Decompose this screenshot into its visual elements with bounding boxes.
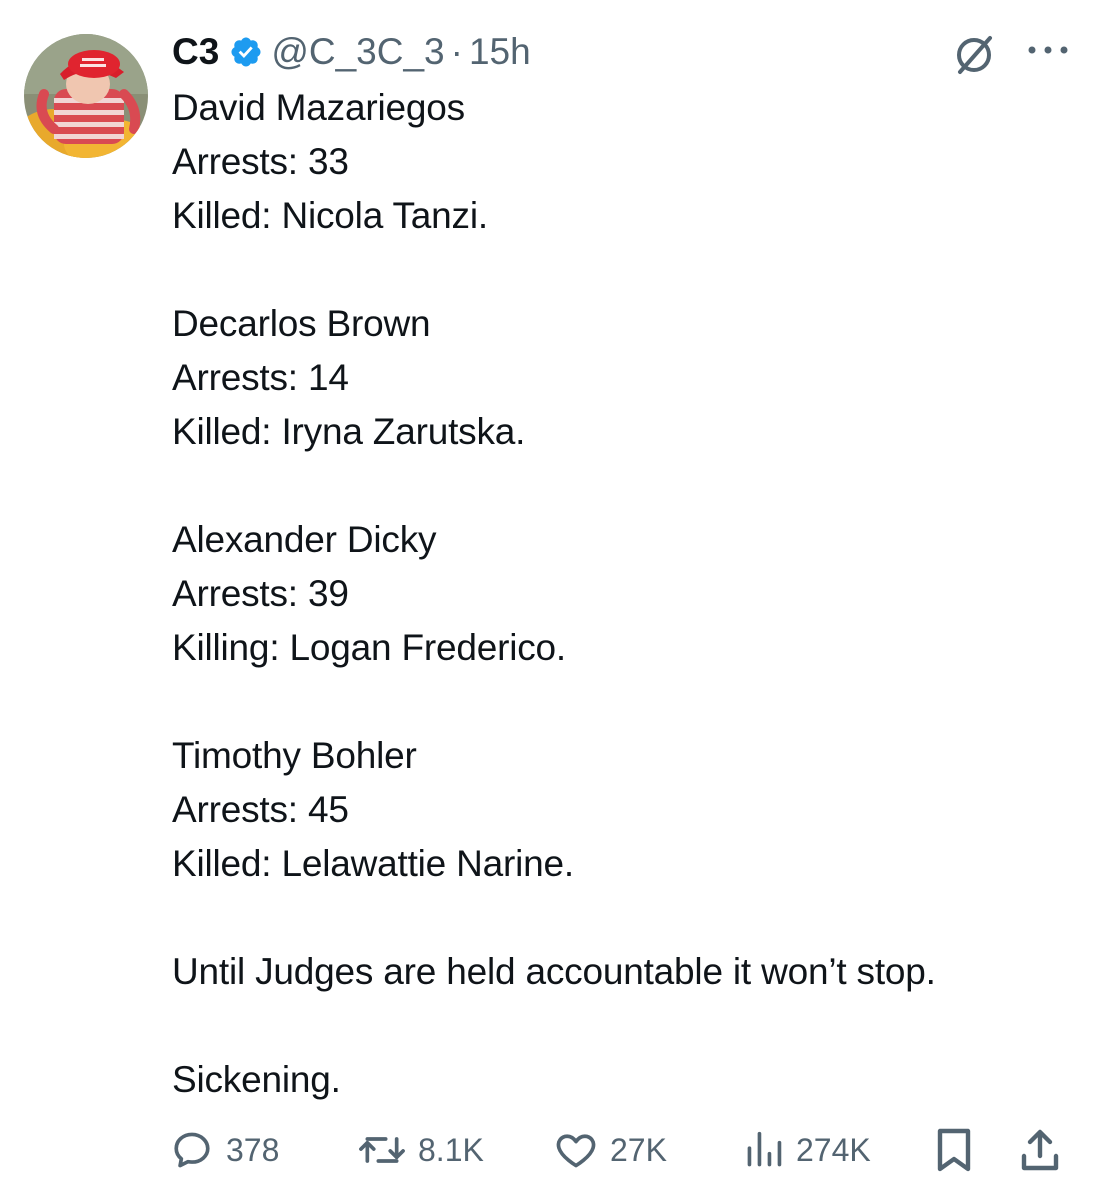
avatar[interactable]: [24, 34, 148, 158]
repost-icon: [359, 1137, 405, 1163]
avatar-photo-icon: [24, 34, 148, 158]
text-line: Arrests: 39: [172, 573, 349, 614]
text-line: Sickening.: [172, 1059, 341, 1100]
tweet-header: C3 @C_3C_3 · 15h: [172, 28, 531, 76]
repost-button[interactable]: 8.1K: [358, 1120, 484, 1180]
more-icon[interactable]: [1026, 38, 1070, 62]
share-button[interactable]: [1020, 1120, 1060, 1180]
reply-count: 378: [226, 1131, 280, 1168]
text-line: Killed: Iryna Zarutska.: [172, 411, 526, 452]
share-icon: [1021, 1129, 1059, 1171]
bookmark-button[interactable]: [934, 1120, 974, 1180]
author-display-name[interactable]: C3: [172, 31, 219, 73]
reply-icon: [174, 1132, 210, 1168]
views-icon: [747, 1131, 782, 1167]
verified-badge-icon: [229, 35, 263, 69]
heart-icon: [556, 1134, 596, 1168]
tweet-text: David Mazariegos Arrests: 33 Killed: Nic…: [172, 81, 1072, 1107]
text-line: Until Judges are held accountable it won…: [172, 951, 936, 992]
reply-button[interactable]: 378: [170, 1120, 279, 1180]
text-line: Arrests: 45: [172, 789, 349, 830]
bookmark-icon: [937, 1128, 971, 1172]
like-count: 27K: [610, 1131, 667, 1168]
action-bar: 378 8.1K 27K 274K: [170, 1120, 1070, 1180]
tweet[interactable]: C3 @C_3C_3 · 15h David Mazariegos Arrest…: [0, 0, 1096, 1200]
text-line: Killed: Lelawattie Narine.: [172, 843, 575, 884]
text-line: Decarlos Brown: [172, 303, 431, 344]
grok-icon[interactable]: [950, 30, 998, 78]
text-line: Killing: Logan Frederico.: [172, 627, 566, 668]
views-button[interactable]: 274K: [744, 1120, 871, 1180]
like-button[interactable]: 27K: [554, 1120, 667, 1180]
text-line: Arrests: 33: [172, 141, 349, 182]
text-line: Timothy Bohler: [172, 735, 417, 776]
separator-dot: ·: [450, 31, 463, 72]
text-line: David Mazariegos: [172, 87, 465, 128]
views-count: 274K: [796, 1131, 871, 1168]
author-handle[interactable]: @C_3C_3: [271, 31, 444, 73]
repost-count: 8.1K: [418, 1131, 484, 1168]
text-line: Arrests: 14: [172, 357, 349, 398]
tweet-timestamp[interactable]: 15h: [469, 31, 531, 73]
text-line: Killed: Nicola Tanzi.: [172, 195, 488, 236]
text-line: Alexander Dicky: [172, 519, 437, 560]
